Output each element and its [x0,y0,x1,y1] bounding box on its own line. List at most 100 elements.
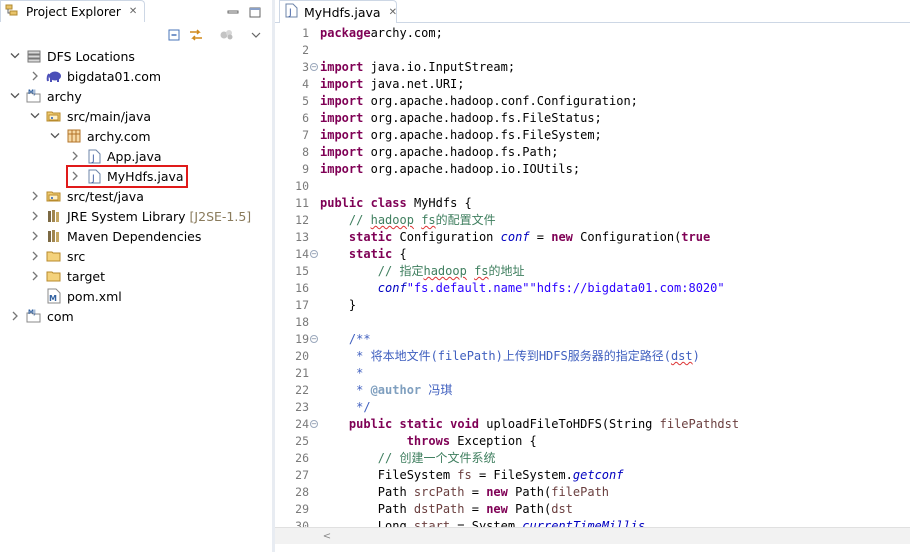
chevron-down-icon[interactable] [48,129,62,143]
code-line[interactable]: // 创建一个文件系统 [320,450,496,467]
tree-item[interactable]: Maven Dependencies [28,226,201,246]
code-line[interactable]: import org.apache.hadoop.fs.Path; [320,144,558,161]
tree-item[interactable]: src/main/java [28,106,151,126]
tree-item[interactable]: JRE System Library [J2SE-1.5] [28,206,251,226]
code-line[interactable]: conf"fs.default.name""hdfs://bigdata01.c… [320,280,725,297]
code-token: = [464,485,487,499]
line-number: 23 [295,400,309,414]
code-token: throws [406,434,451,448]
code-token: import [320,77,364,91]
code-line[interactable]: import org.apache.hadoop.fs.FileSystem; [320,127,602,144]
chevron-right-icon[interactable] [8,309,22,323]
code-line[interactable]: Path srcPath = new Path(filePath [320,484,609,501]
tree-item[interactable]: Mpom.xml [28,286,122,306]
tree-item-label: DFS Locations [47,48,135,64]
tree-item[interactable]: target [28,266,105,286]
code-line[interactable]: Path dstPath = new Path(dst [320,501,573,518]
code-token: Configuration [392,230,501,244]
tree-item[interactable]: DFS Locations [8,46,135,66]
minimize-button[interactable] [224,4,242,20]
link-with-editor-icon [190,29,202,41]
scroll-left-icon[interactable]: < [319,531,335,542]
code-line[interactable]: } [320,297,356,314]
chevron-right-icon[interactable] [28,229,42,243]
elephant-icon [46,68,62,84]
fold-toggle-icon[interactable]: − [310,250,318,258]
code-line[interactable]: * [320,365,363,382]
line-number: 22 [295,383,309,397]
chevron-down-icon[interactable] [28,109,42,123]
tree-item[interactable]: src [28,246,85,266]
chevron-right-icon[interactable] [28,249,42,263]
source-folder-icon [46,108,62,124]
fold-toggle-icon[interactable]: − [310,335,318,343]
close-icon[interactable]: ✕ [389,7,397,18]
tree-item-label: com [47,308,74,324]
code-line[interactable]: // 指定hadoop fs的地址 [320,263,525,280]
chevron-down-icon[interactable] [8,49,22,63]
line-number: 8 [302,145,309,159]
tree-item[interactable]: J App.java [68,146,162,166]
fold-toggle-icon[interactable]: − [310,63,318,71]
maven-project-icon: MJ [26,88,42,104]
chevron-right-icon[interactable] [28,189,42,203]
explorer-toolbar [0,24,272,46]
code-token: MyHdfs { [406,196,472,210]
code-line[interactable]: static { [320,246,407,263]
code-line[interactable]: packagearchy.com; [320,25,443,42]
tree-item[interactable]: M J archy [8,86,82,106]
code-token: new [486,502,508,516]
tree-item[interactable]: src/test/java [28,186,144,206]
fold-toggle-icon[interactable]: − [310,420,318,428]
svg-text:M: M [49,294,57,303]
code-line[interactable]: /** [320,331,371,348]
svg-text:J: J [91,154,95,164]
code-line[interactable]: */ [320,399,370,416]
close-icon[interactable]: ✕ [129,6,137,17]
library-icon [46,208,62,224]
chevron-right-icon[interactable] [28,269,42,283]
focus-on-active-task-button[interactable] [218,27,236,43]
horizontal-scrollbar[interactable]: < [275,527,910,544]
code-line[interactable]: // hadoop fs的配置文件 [320,212,496,229]
code-token: 冯琪 [421,383,453,397]
chevron-right-icon[interactable] [28,69,42,83]
code-token: conf [594,468,624,482]
code-line[interactable]: throws Exception { [320,433,537,450]
code-line[interactable]: public static void uploadFileToHDFS(Stri… [320,416,739,433]
tree-item[interactable]: bigdata01.com [28,66,161,86]
code-line[interactable]: * 将本地文件(filePath)上传到HDFS服务器的指定路径(dst) [320,348,700,365]
chevron-down-icon[interactable] [8,89,22,103]
tree-item[interactable]: archy.com [48,126,151,146]
code-line[interactable]: * @author 冯琪 [320,382,452,399]
code-line[interactable]: import org.apache.hadoop.io.IOUtils; [320,161,580,178]
project-explorer-tab[interactable]: Project Explorer ✕ [0,0,145,22]
code-token: import [320,94,364,108]
chevron-right-icon[interactable] [28,209,42,223]
line-number: 1 [302,26,309,40]
code-token: = [464,502,487,516]
code-line[interactable]: import org.apache.hadoop.conf.Configurat… [320,93,638,110]
tree-item-label: JRE System Library [67,208,186,224]
tree-item[interactable]: M J com [8,306,74,326]
code-line[interactable]: import org.apache.hadoop.fs.FileStatus; [320,110,602,127]
code-line[interactable]: static Configuration conf = new Configur… [320,229,710,246]
code-line[interactable]: import java.net.URI; [320,76,465,93]
chevron-right-icon[interactable] [68,149,82,163]
code-token: static [348,230,393,244]
code-line[interactable]: public class MyHdfs { [320,195,472,212]
line-number: 11 [295,196,309,210]
line-number: 14 [295,247,309,261]
view-menu-button[interactable] [247,27,265,43]
link-with-editor-button[interactable] [187,27,205,43]
myhdfs-editor-tab[interactable]: J MyHdfs.java ✕ [279,0,397,23]
maximize-button[interactable] [246,4,264,20]
code-line[interactable]: import java.io.InputStream; [320,59,515,76]
code-line[interactable]: FileSystem fs = FileSystem.getconf [320,467,624,484]
collapse-all-button[interactable] [165,27,183,43]
